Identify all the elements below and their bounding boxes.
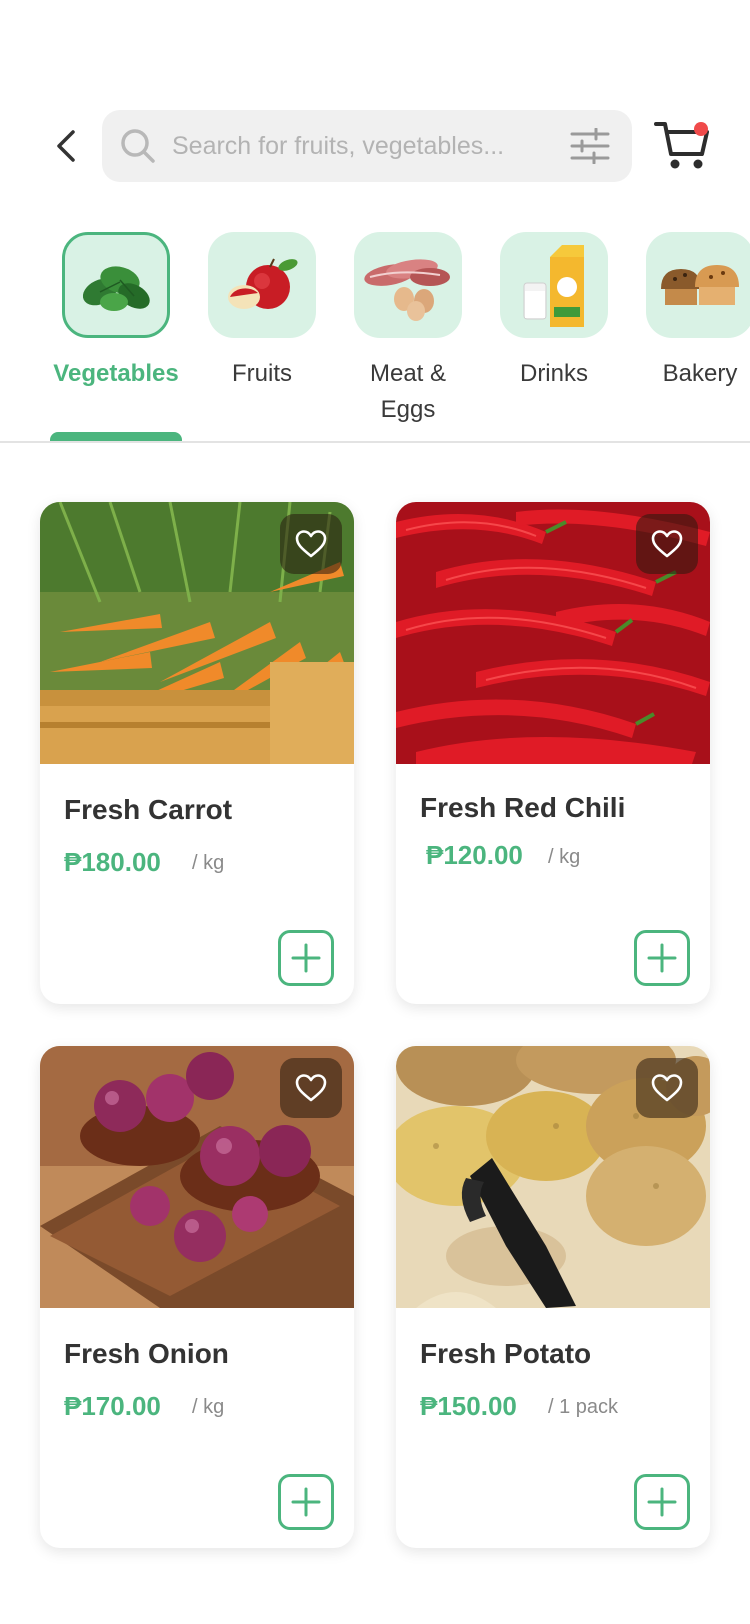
product-unit: / kg — [192, 852, 225, 874]
product-name: Fresh Potato — [420, 1338, 592, 1369]
plus-icon — [647, 1487, 677, 1517]
product-unit: / kg — [548, 846, 581, 868]
meat-eggs-image — [354, 232, 462, 338]
category-label: Bakery — [662, 360, 738, 387]
chevron-left-icon — [57, 130, 75, 162]
back-button[interactable] — [44, 124, 88, 168]
plus-icon — [647, 943, 677, 973]
category-label: Fruits — [232, 360, 292, 387]
product-unit: / kg — [192, 1396, 225, 1418]
heart-icon — [295, 1074, 327, 1102]
category-drinks[interactable]: Drinks — [478, 232, 630, 441]
product-card-potato[interactable]: Fresh Potato ₱150.00 / 1 pack — [396, 1046, 710, 1548]
add-to-cart-button[interactable] — [634, 1474, 690, 1530]
product-name: Fresh Red Chili — [420, 792, 626, 823]
top-bar — [0, 108, 750, 184]
bakery-image — [646, 232, 750, 338]
product-card-carrot[interactable]: Fresh Carrot ₱180.00 / kg — [40, 502, 354, 1004]
category-label: Vegetables — [53, 360, 179, 387]
heart-icon — [295, 530, 327, 558]
category-meat-eggs[interactable]: Meat & Eggs — [332, 232, 484, 441]
category-label: Drinks — [519, 360, 588, 387]
plus-icon — [291, 1487, 321, 1517]
product-price: ₱170.00 — [64, 1391, 161, 1421]
product-name: Fresh Onion — [64, 1338, 229, 1369]
add-to-cart-button[interactable] — [278, 1474, 334, 1530]
product-price: ₱180.00 — [64, 847, 161, 877]
cart-button[interactable] — [652, 114, 712, 174]
category-vegetables[interactable]: Vegetables — [40, 232, 192, 441]
cart-badge — [694, 122, 708, 136]
search-input[interactable] — [172, 124, 552, 168]
add-to-cart-button[interactable] — [634, 930, 690, 986]
product-unit: / 1 pack — [548, 1396, 619, 1418]
product-card-onion[interactable]: Fresh Onion ₱170.00 / kg — [40, 1046, 354, 1548]
filter-button[interactable] — [568, 124, 612, 168]
fruits-image — [208, 232, 316, 338]
favorite-button[interactable] — [636, 1058, 698, 1118]
product-price: ₱120.00 — [426, 840, 523, 870]
product-card-red-chili[interactable]: Fresh Red Chili ₱120.00 / kg — [396, 502, 710, 1004]
category-bakery[interactable]: Bakery — [624, 232, 750, 441]
active-category-indicator — [50, 432, 182, 441]
search-icon — [121, 129, 155, 163]
drinks-image — [500, 232, 608, 338]
add-to-cart-button[interactable] — [278, 930, 334, 986]
category-fruits[interactable]: Fruits — [186, 232, 338, 441]
heart-icon — [651, 1074, 683, 1102]
favorite-button[interactable] — [280, 1058, 342, 1118]
plus-icon — [291, 943, 321, 973]
vegetables-image — [62, 232, 170, 338]
category-label: Meat & Eggs — [369, 360, 447, 423]
heart-icon — [651, 530, 683, 558]
favorite-button[interactable] — [636, 514, 698, 574]
sliders-icon — [570, 128, 610, 164]
product-name: Fresh Carrot — [64, 794, 233, 825]
category-scroller: Vegetables Fruits Meat & Eggs Drinks Bak… — [0, 228, 750, 443]
search-bar — [102, 110, 632, 182]
product-price: ₱150.00 — [420, 1391, 517, 1421]
favorite-button[interactable] — [280, 514, 342, 574]
